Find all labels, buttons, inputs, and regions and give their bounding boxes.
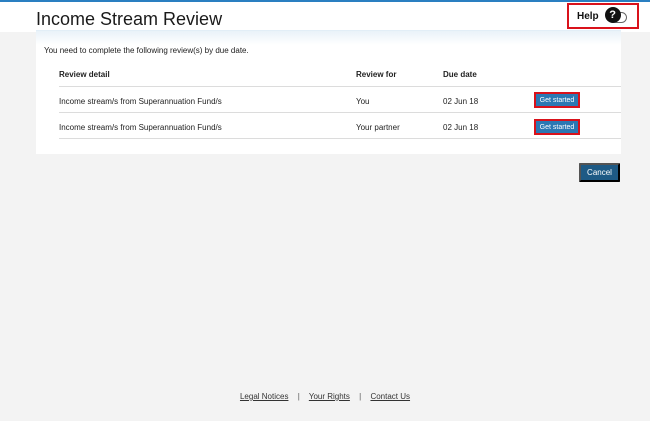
column-header-due-date: Due date <box>443 70 477 79</box>
table-divider <box>59 86 621 87</box>
intro-text: You need to complete the following revie… <box>44 46 249 55</box>
review-panel: You need to complete the following revie… <box>36 30 621 154</box>
page-header: Income Stream Review Help ? <box>0 2 650 32</box>
panel-gradient <box>36 31 621 45</box>
get-started-button-row-2[interactable]: Get started <box>534 119 580 135</box>
footer-link-your-rights[interactable]: Your Rights <box>309 392 350 401</box>
help-label: Help <box>577 10 599 22</box>
row-2-detail: Income stream/s from Superannuation Fund… <box>59 123 222 132</box>
table-divider <box>59 138 621 139</box>
row-1-due-date: 02 Jun 18 <box>443 97 479 106</box>
help-icon-group: ? <box>604 6 633 26</box>
help-button[interactable]: Help ? <box>567 3 639 29</box>
table-divider <box>59 112 621 113</box>
cancel-button[interactable]: Cancel <box>579 163 620 182</box>
row-2-review-for: Your partner <box>356 123 400 132</box>
column-header-review-for: Review for <box>356 70 397 79</box>
footer-link-legal-notices[interactable]: Legal Notices <box>240 392 288 401</box>
get-started-button-row-1[interactable]: Get started <box>534 92 580 108</box>
row-1-detail: Income stream/s from Superannuation Fund… <box>59 97 222 106</box>
footer-separator: | <box>359 392 362 401</box>
page-title: Income Stream Review <box>36 9 223 29</box>
footer-separator: | <box>297 392 300 401</box>
footer-link-contact-us[interactable]: Contact Us <box>370 392 410 401</box>
row-2-due-date: 02 Jun 18 <box>443 123 479 132</box>
footer: Legal Notices | Your Rights | Contact Us <box>0 392 650 401</box>
question-mark-icon: ? <box>604 7 621 23</box>
column-header-review-detail: Review detail <box>59 70 110 79</box>
row-1-review-for: You <box>356 97 370 106</box>
